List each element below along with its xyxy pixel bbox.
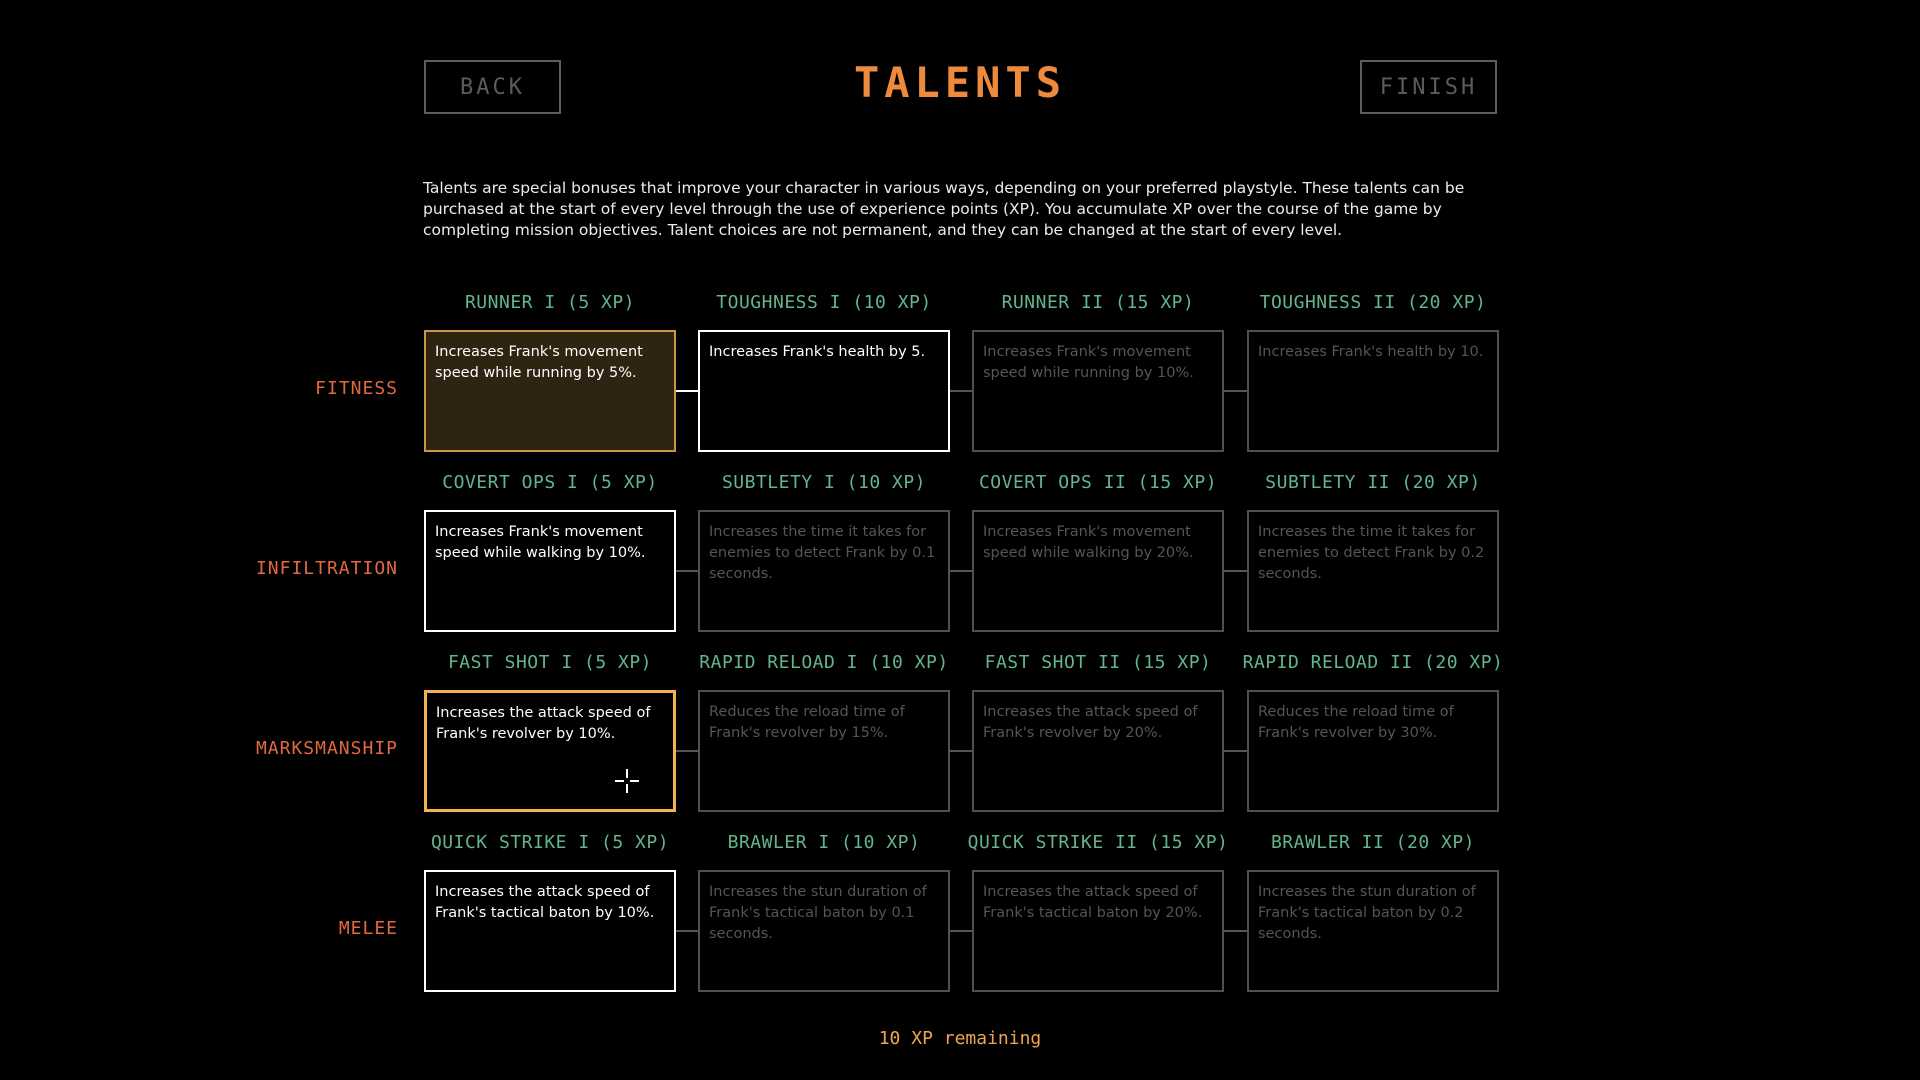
talent-card[interactable]: Increases the time it takes for enemies …	[698, 510, 950, 632]
talent-connector	[950, 930, 972, 932]
talent-card[interactable]: Increases Frank's health by 5.	[698, 330, 950, 452]
talent-title: QUICK STRIKE I (5 XP)	[430, 832, 670, 853]
intro-text: Talents are special bonuses that improve…	[423, 179, 1465, 239]
talent-card[interactable]: Increases the attack speed of Frank's ta…	[972, 870, 1224, 992]
crosshair-cursor-icon	[615, 769, 639, 793]
talent-connector	[1224, 930, 1247, 932]
talent-card[interactable]: Increases the stun duration of Frank's t…	[1247, 870, 1499, 992]
row-label-melee: MELEE	[338, 918, 398, 939]
talent-title: RUNNER I (5 XP)	[464, 292, 636, 313]
talent-title: TOUGHNESS I (10 XP)	[716, 292, 932, 313]
talent-title: FAST SHOT II (15 XP)	[984, 652, 1212, 673]
talent-title: SUBTLETY II (20 XP)	[1265, 472, 1481, 493]
talent-title: TOUGHNESS II (20 XP)	[1259, 292, 1487, 313]
xp-remaining: 10 XP remaining	[878, 1028, 1042, 1049]
talent-card[interactable]: Increases the attack speed of Frank's re…	[972, 690, 1224, 812]
talent-connector	[950, 750, 972, 752]
talent-connector	[1224, 750, 1247, 752]
talent-title: BRAWLER II (20 XP)	[1270, 832, 1476, 853]
talent-connector	[676, 570, 698, 572]
talent-card[interactable]: Increases Frank's movement speed while w…	[972, 510, 1224, 632]
finish-button[interactable]: FINISH	[1360, 60, 1497, 114]
row-label-marksmanship: MARKSMANSHIP	[255, 738, 398, 759]
talent-title: COVERT OPS II (15 XP)	[978, 472, 1218, 493]
talent-title: RAPID RELOAD I (10 XP)	[699, 652, 949, 673]
talent-title: FAST SHOT I (5 XP)	[447, 652, 653, 673]
talent-card[interactable]: Increases the time it takes for enemies …	[1247, 510, 1499, 632]
talent-connector	[1224, 570, 1247, 572]
talent-card[interactable]: Increases Frank's health by 10.	[1247, 330, 1499, 452]
page-title: TALENTS	[853, 58, 1066, 107]
row-label-infiltration: INFILTRATION	[255, 558, 398, 579]
talent-card[interactable]: Increases Frank's movement speed while r…	[424, 330, 676, 452]
talent-card[interactable]: Increases the attack speed of Frank's ta…	[424, 870, 676, 992]
talent-title: RUNNER II (15 XP)	[1001, 292, 1195, 313]
talent-title: BRAWLER I (10 XP)	[727, 832, 921, 853]
talent-card[interactable]: Increases Frank's movement speed while w…	[424, 510, 676, 632]
talent-title: QUICK STRIKE II (15 XP)	[967, 832, 1229, 853]
row-label-fitness: FITNESS	[315, 378, 398, 399]
talent-card[interactable]: Reduces the reload time of Frank's revol…	[1247, 690, 1499, 812]
talent-card[interactable]: Reduces the reload time of Frank's revol…	[698, 690, 950, 812]
talent-connector	[1224, 390, 1247, 392]
talent-connector	[676, 750, 698, 752]
talent-card[interactable]: Increases Frank's movement speed while r…	[972, 330, 1224, 452]
talent-connector	[676, 930, 698, 932]
talent-connector	[950, 390, 972, 392]
back-button[interactable]: BACK	[424, 60, 561, 114]
talent-title: SUBTLETY I (10 XP)	[721, 472, 927, 493]
talent-connector	[950, 570, 972, 572]
talent-connector	[676, 390, 698, 392]
talent-card[interactable]: Increases the stun duration of Frank's t…	[698, 870, 950, 992]
talent-title: RAPID RELOAD II (20 XP)	[1242, 652, 1504, 673]
talent-title: COVERT OPS I (5 XP)	[442, 472, 658, 493]
